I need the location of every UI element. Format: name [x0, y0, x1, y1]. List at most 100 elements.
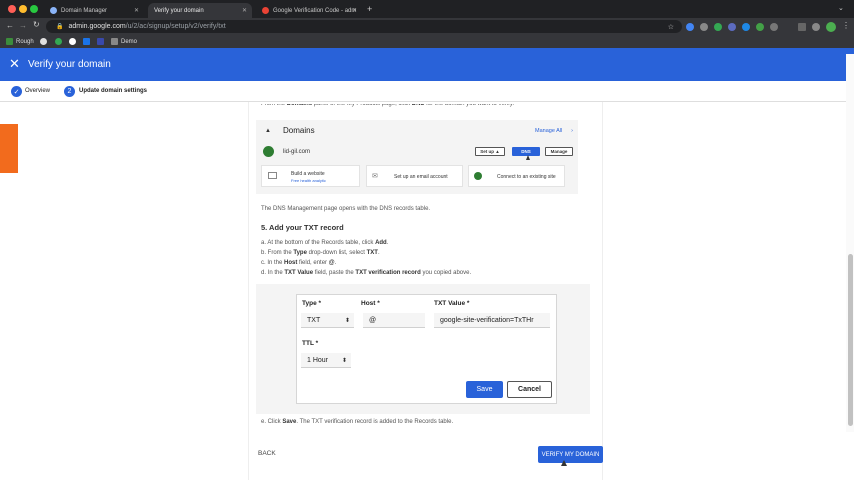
domain-globe-icon	[263, 146, 274, 157]
cursor-icon	[526, 155, 530, 160]
menu-icon[interactable]: ⋮	[842, 21, 850, 30]
step-b-text: b. From the Type drop-down list, select …	[261, 250, 380, 256]
stepper: ✓ Overview 2 Update domain settings	[0, 81, 854, 102]
close-icon[interactable]: ✕	[9, 57, 20, 70]
close-icon[interactable]: ✕	[242, 7, 247, 14]
step-e-text: e. Click Save. The TXT verification reco…	[261, 419, 454, 425]
browser-window-icon	[268, 172, 277, 179]
extension-icon[interactable]	[700, 23, 708, 31]
extension-icon[interactable]	[742, 23, 750, 31]
chevron-updown-icon: ⬍	[341, 357, 347, 364]
type-value: TXT	[307, 316, 321, 324]
step-d-text: d. In the TXT Value field, paste the TXT…	[261, 270, 472, 276]
domains-panel-screenshot: ▲ Domains Manage All › lid-gil.com Set u…	[256, 120, 578, 194]
avatar[interactable]	[826, 22, 836, 32]
tab-label: Domain Manager	[61, 7, 108, 14]
gmail-icon	[262, 7, 269, 14]
txt-value-label: TXT Value *	[434, 300, 470, 307]
lock-icon: 🔒	[56, 24, 64, 30]
reload-icon[interactable]: ↻	[33, 20, 40, 29]
window-zoom-control[interactable]	[30, 5, 38, 13]
globe-icon	[50, 7, 57, 14]
bookmark-favicon-icon[interactable]	[69, 38, 76, 45]
globe-icon	[474, 172, 482, 180]
card-subtitle: Free health analytic	[291, 178, 326, 183]
manage-button: Manage	[545, 147, 573, 156]
extension-icon[interactable]	[756, 23, 764, 31]
bookmark-favicon-icon[interactable]	[83, 38, 90, 45]
puzzle-icon[interactable]	[812, 23, 820, 31]
bookmark-favicon-icon[interactable]	[55, 38, 62, 45]
tab-label: Verify your domain	[154, 7, 204, 14]
domains-title: Domains	[283, 126, 315, 135]
bookmark-rough[interactable]: Rough	[6, 37, 34, 46]
new-tab-button[interactable]: +	[367, 4, 372, 14]
step-c-text: c. In the Host field, enter @.	[261, 260, 337, 266]
tab-verify-domain[interactable]: Verify your domain ✕	[148, 3, 252, 18]
bookmark-demo[interactable]: Demo	[111, 37, 137, 46]
step-a-text: a. At the bottom of the Records table, c…	[261, 240, 389, 246]
page-title: Verify your domain	[28, 59, 111, 70]
type-select: TXT ⬍	[301, 313, 354, 328]
mail-icon: ✉	[372, 173, 378, 180]
address-bar[interactable]: 🔒 admin.google.com/u/2/ac/signup/setup/v…	[46, 20, 682, 33]
cast-icon[interactable]	[798, 23, 806, 31]
ttl-value: 1 Hour	[307, 356, 329, 364]
txt-value: google-site-verification=TxTHr	[440, 316, 534, 324]
bookmark-label: Rough	[16, 38, 34, 45]
back-arrow-icon[interactable]: ←	[6, 21, 14, 30]
card-title: Set up an email account	[394, 174, 448, 180]
extension-icon[interactable]	[686, 23, 694, 31]
tab-label: Google Verification Code - adm	[273, 7, 357, 14]
browser-tab-strip: Domain Manager ✕ Verify your domain ✕ Go…	[0, 0, 854, 18]
close-icon[interactable]: ✕	[134, 7, 139, 14]
tab-google-verification-code[interactable]: Google Verification Code - adm ✕	[256, 3, 362, 18]
folder-icon	[6, 38, 13, 45]
setup-button: Set up ▲	[475, 147, 505, 156]
extension-icon[interactable]	[714, 23, 722, 31]
txt-value-input: google-site-verification=TxTHr	[434, 313, 550, 328]
app-header: ✕ Verify your domain	[0, 48, 854, 81]
check-icon: ✓	[11, 86, 22, 97]
verify-my-domain-button[interactable]: VERIFY MY DOMAIN	[538, 446, 603, 463]
email-account-card: ✉ Set up an email account	[366, 165, 463, 187]
step5-heading: 5. Add your TXT record	[261, 223, 344, 232]
save-button: Save	[466, 381, 503, 398]
card-title: Connect to an existing site	[497, 174, 556, 180]
manage-all-link: Manage All	[535, 128, 563, 134]
feedback-tab[interactable]	[0, 124, 18, 173]
star-icon[interactable]: ☆	[668, 23, 674, 31]
browser-toolbar: ← → ↻ 🔒 admin.google.com/u/2/ac/signup/s…	[0, 18, 854, 35]
chevron-up-icon: ▲	[265, 128, 271, 134]
connect-site-card: Connect to an existing site	[468, 165, 565, 187]
step-number-badge: 2	[64, 86, 75, 97]
close-icon[interactable]: ✕	[352, 7, 357, 14]
forward-arrow-icon[interactable]: →	[19, 21, 27, 30]
tab-domain-manager[interactable]: Domain Manager ✕	[44, 3, 144, 18]
chevron-down-icon[interactable]: ⌄	[838, 4, 844, 12]
extension-icon[interactable]	[728, 23, 736, 31]
extension-icon[interactable]	[770, 23, 778, 31]
ttl-label: TTL *	[302, 340, 319, 347]
window-minimize-control[interactable]	[19, 5, 27, 13]
chevron-updown-icon: ⬍	[344, 317, 350, 324]
bookmark-label: Demo	[121, 38, 138, 45]
folder-icon	[111, 38, 118, 45]
scrollbar-thumb[interactable]	[848, 254, 853, 426]
bookmark-favicon-icon[interactable]	[97, 38, 104, 45]
back-button[interactable]: BACK	[258, 450, 276, 457]
step-overview[interactable]: Overview	[25, 88, 50, 94]
host-value: @	[369, 316, 377, 324]
domain-name: lid-gil.com	[283, 149, 311, 155]
bookmark-favicon-icon[interactable]	[40, 38, 47, 45]
card-title: Build a website	[291, 171, 325, 177]
url-path: /u/2/ac/signup/setup/v2/verify/txt	[125, 23, 226, 30]
chevron-right-icon: ›	[571, 128, 573, 134]
host-input: @	[363, 313, 425, 328]
type-label: Type *	[302, 300, 322, 307]
build-website-card: Build a website Free health analytic	[261, 165, 360, 187]
url-host: admin.google.com	[68, 23, 126, 30]
step-update-domain-settings[interactable]: Update domain settings	[79, 88, 147, 94]
window-close-control[interactable]	[8, 5, 16, 13]
host-label: Host *	[361, 300, 380, 307]
